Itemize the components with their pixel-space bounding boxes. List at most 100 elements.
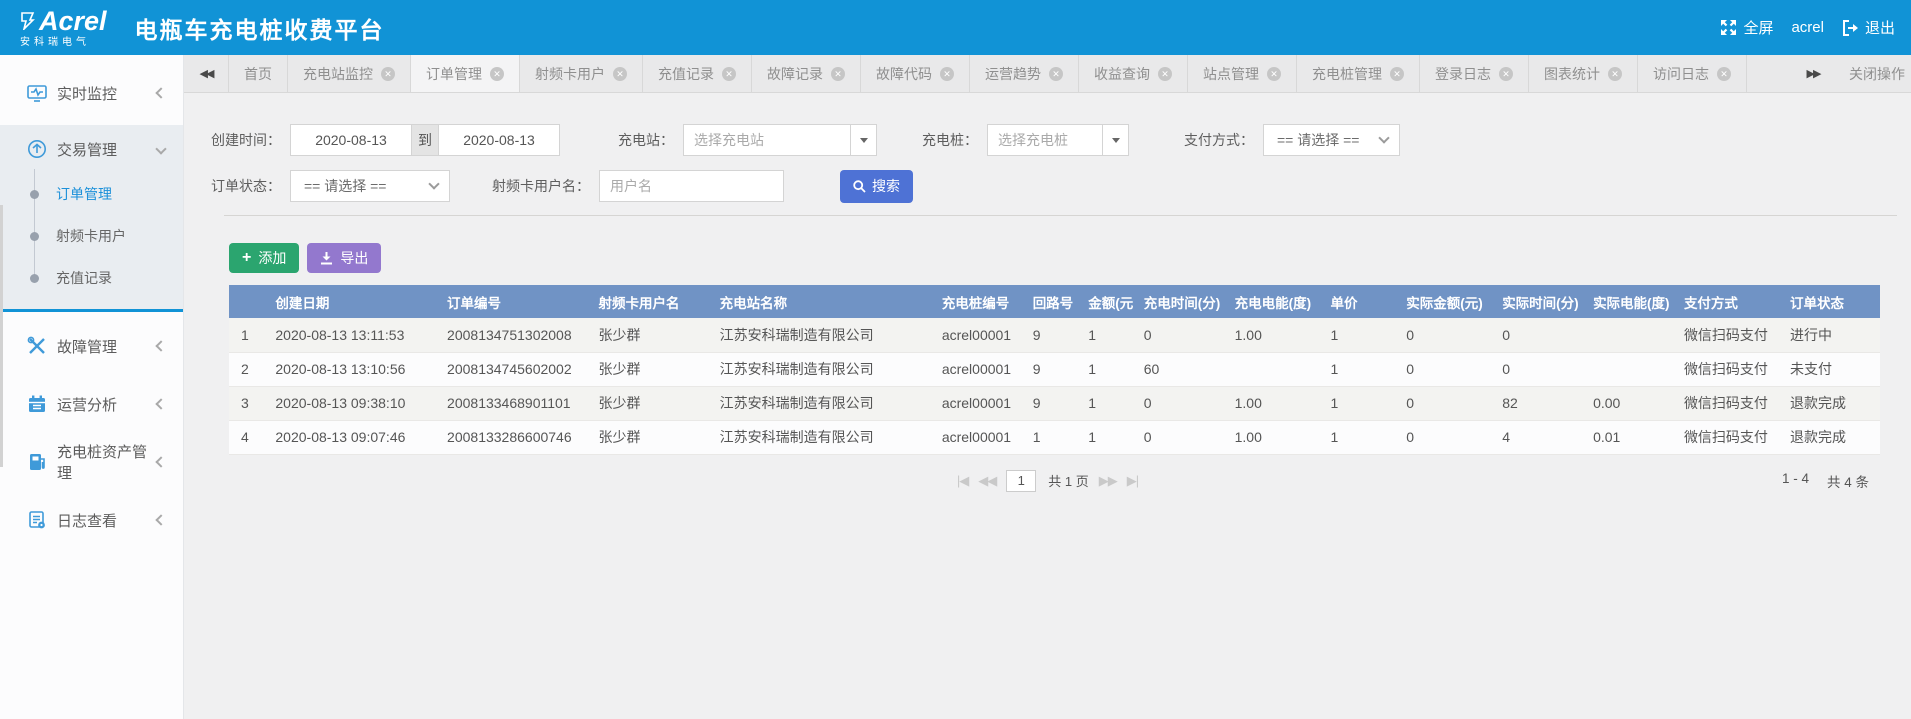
tab-首页[interactable]: 首页 <box>228 55 288 92</box>
pagination-bar: |◀ ◀◀ 共 1 页 ▶▶ ▶| 1 - 4 共 4 条 <box>184 468 1911 494</box>
table-row[interactable]: 32020-08-13 09:38:102008133468901101张少群江… <box>229 386 1880 420</box>
rfid-user-label: 射频卡用户名： <box>492 176 590 196</box>
chevron-down-icon <box>1378 132 1389 143</box>
table-cell: 退款完成 <box>1784 386 1880 420</box>
close-operations-menu[interactable]: 关闭操作 <box>1835 55 1911 92</box>
tab-close-icon[interactable]: ✕ <box>831 67 845 81</box>
tab-label: 射频卡用户 <box>535 64 605 84</box>
tab-收益查询[interactable]: 收益查询✕ <box>1079 55 1188 92</box>
sidebar-item-monitor[interactable]: 实时监控 <box>0 69 183 117</box>
tab-射频卡用户[interactable]: 射频卡用户 ✕ <box>520 55 643 92</box>
tab-close-icon[interactable]: ✕ <box>1049 67 1063 81</box>
add-button[interactable]: + 添加 <box>229 243 299 273</box>
column-header: 充电电能(度) <box>1229 285 1325 318</box>
sidebar-item-transaction[interactable]: 交易管理 <box>0 125 183 173</box>
table-cell: 1 <box>1082 386 1138 420</box>
pay-method-select[interactable]: == 请选择 == <box>1263 124 1400 156</box>
chevron-left-icon <box>155 514 166 525</box>
tab-故障代码[interactable]: 故障代码✕ <box>861 55 970 92</box>
column-header: 订单状态 <box>1784 285 1880 318</box>
date-from-input[interactable] <box>290 124 412 156</box>
tab-充值记录[interactable]: 充值记录 ✕ <box>643 55 752 92</box>
sidebar-subitem-充值记录[interactable]: 充值记录 <box>0 257 183 299</box>
tab-故障记录[interactable]: 故障记录✕ <box>752 55 861 92</box>
sidebar-subitem-订单管理[interactable]: 订单管理 <box>0 173 183 215</box>
tab-站点管理[interactable]: 站点管理✕ <box>1188 55 1297 92</box>
order-status-select[interactable]: == 请选择 == <box>290 170 450 202</box>
tabs-scroll-right-icon[interactable]: ▶▶ <box>1791 55 1835 92</box>
tab-运营趋势[interactable]: 运营趋势✕ <box>970 55 1079 92</box>
tab-访问日志[interactable]: 访问日志✕ <box>1638 55 1747 92</box>
date-to-input[interactable] <box>438 124 560 156</box>
tab-close-icon[interactable]: ✕ <box>1267 67 1281 81</box>
tab-close-icon[interactable]: ✕ <box>381 67 395 81</box>
sidebar-subitem-label: 射频卡用户 <box>56 226 126 246</box>
tab-close-icon[interactable]: ✕ <box>722 67 736 81</box>
table-header-row: 创建日期订单编号射频卡用户名充电站名称充电桩编号回路号金额(元充电时间(分)充电… <box>229 285 1880 318</box>
tab-登录日志[interactable]: 登录日志✕ <box>1420 55 1529 92</box>
tab-close-icon[interactable]: ✕ <box>940 67 954 81</box>
pile-dropdown-arrow-icon[interactable] <box>1102 124 1129 156</box>
tabs-scroll-left-icon[interactable]: ◀◀ <box>184 55 228 92</box>
table-cell: 退款完成 <box>1784 420 1880 454</box>
table-cell: 张少群 <box>593 352 714 386</box>
tab-充电站监控[interactable]: 充电站监控✕ <box>288 55 411 92</box>
pay-method-label: 支付方式： <box>1184 130 1254 150</box>
chevron-left-icon <box>155 398 166 409</box>
station-dropdown-arrow-icon[interactable] <box>850 124 877 156</box>
station-combobox[interactable] <box>683 124 877 156</box>
filter-form: 创建时间： 到 充电站： 充电桩： <box>184 93 1911 203</box>
table-cell: 2008134745602002 <box>441 352 592 386</box>
station-input[interactable] <box>683 124 850 156</box>
username[interactable]: acrel <box>1791 19 1824 36</box>
record-range-label: 1 - 4 <box>1782 471 1809 491</box>
logo-text: Acrel <box>39 8 107 35</box>
orders-table: 创建日期订单编号射频卡用户名充电站名称充电桩编号回路号金额(元充电时间(分)充电… <box>229 285 1880 455</box>
sidebar-subitem-射频卡用户[interactable]: 射频卡用户 <box>0 215 183 257</box>
tab-close-icon[interactable]: ✕ <box>613 67 627 81</box>
tab-close-icon[interactable]: ✕ <box>1499 67 1513 81</box>
rfid-user-input[interactable] <box>599 170 784 202</box>
tab-label: 首页 <box>244 64 272 84</box>
table-cell: 1 <box>1325 318 1401 352</box>
sidebar-item-tools[interactable]: 故障管理 <box>0 322 183 370</box>
sidebar-scrollbar[interactable] <box>0 205 3 467</box>
table-row[interactable]: 42020-08-13 09:07:462008133286600746张少群江… <box>229 420 1880 454</box>
tab-close-icon[interactable]: ✕ <box>1158 67 1172 81</box>
table-row[interactable]: 12020-08-13 13:11:532008134751302008张少群江… <box>229 318 1880 352</box>
tab-订单管理[interactable]: 订单管理✕ <box>411 55 520 92</box>
pager-next-icon[interactable]: ▶▶ <box>1099 473 1117 489</box>
table-cell: 2008133468901101 <box>441 386 592 420</box>
pile-combobox[interactable] <box>987 124 1129 156</box>
logout-button[interactable]: 退出 <box>1842 17 1895 38</box>
tab-close-icon[interactable]: ✕ <box>1717 67 1731 81</box>
export-label: 导出 <box>340 248 368 268</box>
page-number-input[interactable] <box>1006 470 1036 492</box>
tools-icon <box>27 336 47 356</box>
pager-prev-icon[interactable]: ◀◀ <box>978 473 996 489</box>
pager-last-icon[interactable]: ▶| <box>1127 473 1138 489</box>
tab-label: 充值记录 <box>658 64 714 84</box>
pile-input[interactable] <box>987 124 1102 156</box>
tab-close-icon[interactable]: ✕ <box>1390 67 1404 81</box>
tab-图表统计[interactable]: 图表统计✕ <box>1529 55 1638 92</box>
table-cell: 2 <box>229 352 269 386</box>
pagination-info: 1 - 4 共 4 条 <box>1782 471 1869 491</box>
sidebar-item-calendar[interactable]: 运营分析 <box>0 380 183 428</box>
logout-label: 退出 <box>1865 17 1895 38</box>
pager-first-icon[interactable]: |◀ <box>957 473 968 489</box>
fullscreen-button[interactable]: 全屏 <box>1720 17 1773 38</box>
tab-充电桩管理[interactable]: 充电桩管理✕ <box>1297 55 1420 92</box>
export-button[interactable]: 导出 <box>307 243 381 273</box>
sidebar-item-charging-pile[interactable]: 充电桩资产管理 <box>0 438 183 486</box>
table-cell: 2020-08-13 09:07:46 <box>269 420 441 454</box>
tab-close-icon[interactable]: ✕ <box>490 67 504 81</box>
table-cell: 0.00 <box>1587 386 1678 420</box>
table-row[interactable]: 22020-08-13 13:10:562008134745602002张少群江… <box>229 352 1880 386</box>
plus-icon: + <box>242 250 251 266</box>
table-cell: 江苏安科瑞制造有限公司 <box>714 318 936 352</box>
table-cell: acrel00001 <box>936 352 1027 386</box>
tab-close-icon[interactable]: ✕ <box>1608 67 1622 81</box>
search-button[interactable]: 搜索 <box>840 170 913 203</box>
sidebar-item-log[interactable]: 日志查看 <box>0 496 183 544</box>
